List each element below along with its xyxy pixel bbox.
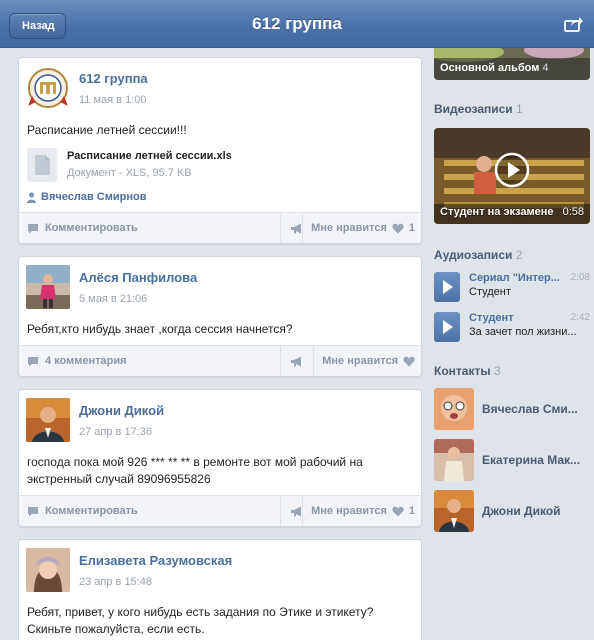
group-avatar[interactable] xyxy=(26,66,70,110)
comment-button[interactable]: Комментировать xyxy=(27,496,138,526)
comment-icon xyxy=(28,356,38,366)
like-count: 1 xyxy=(408,505,415,517)
post-date: 11 мая в 1:00 xyxy=(79,94,147,106)
like-button[interactable]: Мне нравится 1 xyxy=(302,496,421,526)
contacts-heading[interactable]: Контакты 3 xyxy=(434,364,501,378)
wall-post: Елизавета Разумовская 23 апр в 15:48 Реб… xyxy=(18,539,422,640)
comment-icon xyxy=(28,506,38,516)
videos-heading[interactable]: Видеозаписи 1 xyxy=(434,102,523,116)
contact-item[interactable]: Вячеслав Сми... xyxy=(434,388,590,432)
like-label: Мне нравится xyxy=(322,355,398,367)
wall-post: Алёся Панфилова 5 мая в 21:06 Ребят,кто … xyxy=(18,256,422,377)
post-signer[interactable]: Вячеслав Смирнов xyxy=(27,191,146,203)
contact-name[interactable]: Джони Дикой xyxy=(482,504,588,518)
share-icon[interactable] xyxy=(564,16,584,32)
post-text: Ребят,кто нибудь знает ,когда сессия нач… xyxy=(27,322,293,336)
document-attachment[interactable]: Расписание летней сессии.xls Документ - … xyxy=(27,146,415,184)
contact-item[interactable]: Джони Дикой xyxy=(434,490,590,534)
contact-name[interactable]: Екатерина Мак... xyxy=(482,453,588,467)
like-button[interactable]: Мне нравится 1 xyxy=(302,213,421,243)
comments-button[interactable]: 4 комментария xyxy=(27,346,127,376)
post-actions: Комментировать Мне нравится 1 xyxy=(19,212,421,243)
contact-name[interactable]: Вячеслав Сми... xyxy=(482,402,588,416)
audio-duration: 2:08 xyxy=(570,272,590,283)
comment-label: Комментировать xyxy=(45,222,138,234)
post-text: Ребят, привет, у кого нибудь есть задани… xyxy=(27,605,374,636)
comment-icon xyxy=(28,223,38,233)
top-bar: Назад 612 группа xyxy=(0,0,594,48)
audio-title: Сериал "Интер... xyxy=(469,272,560,284)
author-avatar[interactable] xyxy=(26,548,70,592)
post-author[interactable]: Елизавета Разумовская xyxy=(79,553,232,568)
post-author[interactable]: Джони Дикой xyxy=(79,403,164,418)
like-count: 1 xyxy=(408,222,415,234)
author-avatar[interactable] xyxy=(26,265,70,309)
author-avatar[interactable] xyxy=(26,398,70,442)
page-title: 612 группа xyxy=(252,13,342,33)
post-author[interactable]: Алёся Панфилова xyxy=(79,270,197,285)
audio-duration: 2:42 xyxy=(570,312,590,323)
audios-heading[interactable]: Аудиозаписи 2 xyxy=(434,248,522,262)
album-label[interactable]: Основной альбом 4 xyxy=(440,62,549,74)
comment-button[interactable]: Комментировать xyxy=(27,213,138,243)
audio-item[interactable]: Студент За зачет пол жизни... 2:42 xyxy=(434,310,590,344)
like-button[interactable]: Мне нравится xyxy=(313,346,421,376)
heart-icon xyxy=(392,506,404,516)
contact-item[interactable]: Екатерина Мак... xyxy=(434,439,590,483)
post-text: господа пока мой 926 *** ** ** в ремонте… xyxy=(27,455,363,486)
post-actions: Комментировать Мне нравится 1 xyxy=(19,495,421,526)
video-caption: Студент на экзамене xyxy=(440,206,554,218)
audio-artist: За зачет пол жизни... xyxy=(469,326,577,338)
repost-button[interactable] xyxy=(280,346,312,376)
signer-name[interactable]: Вячеслав Смирнов xyxy=(41,191,146,203)
megaphone-icon xyxy=(290,356,301,366)
post-author[interactable]: 612 группа xyxy=(79,71,148,86)
contact-avatar[interactable] xyxy=(434,439,474,481)
play-icon xyxy=(443,280,453,294)
comment-label: Комментировать xyxy=(45,505,138,517)
video-duration: 0:58 xyxy=(562,206,584,218)
post-date: 27 апр в 17:36 xyxy=(79,426,152,438)
post-actions: 4 комментария Мне нравится xyxy=(19,345,421,376)
audio-play-button[interactable] xyxy=(434,272,460,302)
play-video-icon[interactable] xyxy=(494,152,530,188)
heart-icon xyxy=(403,356,415,366)
contact-avatar[interactable] xyxy=(434,388,474,430)
contact-avatar[interactable] xyxy=(434,490,474,532)
wall-post: Джони Дикой 27 апр в 17:36 господа пока … xyxy=(18,389,422,527)
audio-item[interactable]: Сериал "Интер... Студент 2:08 xyxy=(434,270,590,304)
user-icon xyxy=(27,191,36,203)
audio-play-button[interactable] xyxy=(434,312,460,342)
document-name[interactable]: Расписание летней сессии.xls xyxy=(67,150,232,162)
post-text: Расписание летней сессии!!! xyxy=(27,123,187,137)
wall-post: 612 группа 11 мая в 1:00 Расписание летн… xyxy=(18,57,422,244)
like-label: Мне нравится xyxy=(311,505,387,517)
document-icon xyxy=(27,148,57,182)
heart-icon xyxy=(392,223,404,233)
like-label: Мне нравится xyxy=(311,222,387,234)
audio-title: Студент xyxy=(469,312,514,324)
post-date: 23 апр в 15:48 xyxy=(79,576,152,588)
audio-artist: Студент xyxy=(469,286,511,298)
back-button[interactable]: Назад xyxy=(9,13,66,39)
play-icon xyxy=(443,320,453,334)
video-thumbnail[interactable]: Студент на экзамене 0:58 xyxy=(434,128,590,224)
document-meta: Документ - XLS, 95.7 KB xyxy=(67,167,192,179)
album-cover[interactable]: Основной альбом 4 xyxy=(434,48,590,80)
comment-label: 4 комментария xyxy=(45,355,127,367)
post-date: 5 мая в 21:06 xyxy=(79,293,148,305)
